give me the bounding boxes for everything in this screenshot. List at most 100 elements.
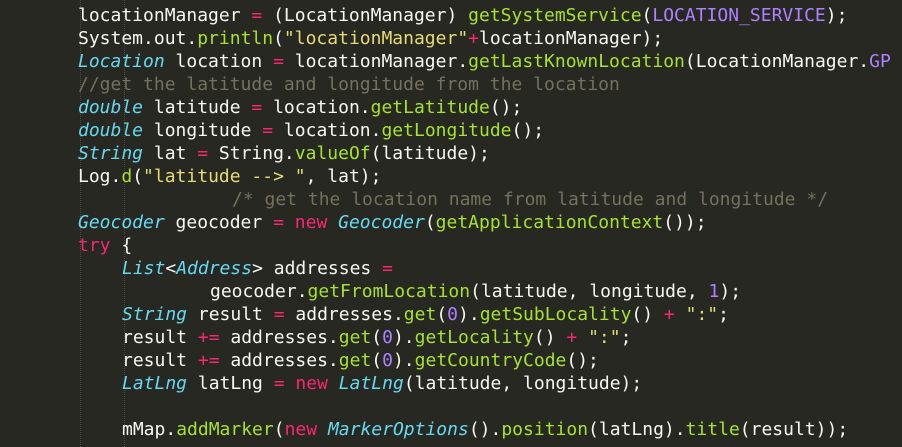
code-line[interactable]: LatLng latLng = new LatLng(latitude, lon… — [0, 372, 891, 395]
code-line[interactable]: List<Address> addresses = — [0, 257, 891, 280]
code-token: () — [631, 304, 664, 325]
code-line[interactable]: String lat = String.valueOf(latitude); — [0, 142, 891, 165]
type-token: Geocoder — [338, 212, 425, 233]
code-token: (result)); — [739, 419, 849, 440]
operator-token: = — [382, 258, 393, 279]
type-token: Geocoder — [78, 212, 165, 233]
method-token: get — [338, 327, 372, 348]
code-token: geocoder. — [210, 281, 308, 302]
code-line[interactable]: double longitude = location.getLongitude… — [0, 119, 891, 142]
code-line[interactable]: /* get the location name from latitude a… — [0, 188, 891, 211]
code-token: { — [110, 235, 133, 256]
operator-token: = — [251, 97, 263, 118]
code-token: ( — [371, 327, 383, 348]
code-token: ( — [641, 5, 653, 26]
code-line[interactable]: Location location = locationManager.getL… — [0, 50, 891, 73]
code-line[interactable] — [0, 395, 891, 418]
keyword-token: new — [295, 373, 328, 394]
code-line[interactable]: geocoder.getFromLocation(latitude, longi… — [0, 280, 891, 303]
method-token: addMarker — [176, 419, 274, 440]
operator-token: = — [262, 120, 274, 141]
code-line[interactable]: mMap.addMarker(new MarkerOptions().posit… — [0, 418, 891, 441]
type-token: MarkerOptions — [327, 419, 469, 440]
keyword-token: try — [78, 235, 111, 256]
type-token: String — [78, 143, 144, 164]
keyword-token: new — [284, 419, 318, 440]
code-token: locationManager); — [479, 28, 664, 49]
code-token: (latitude); — [370, 143, 490, 164]
number-literal: 0 — [447, 304, 458, 325]
operator-token: + — [566, 327, 578, 348]
constant-token: LOCATION_SERVICE — [652, 5, 826, 26]
code-line[interactable]: result += addresses.get(0).getCountryCod… — [0, 349, 891, 372]
code-line[interactable]: locationManager = (LocationManager) getS… — [0, 4, 891, 27]
code-token: ( — [132, 166, 144, 187]
code-line[interactable]: //get the latitude and longitude from th… — [0, 73, 891, 96]
type-token: String — [122, 304, 188, 325]
code-token: location. — [273, 120, 382, 141]
constant-token: GP — [869, 51, 891, 72]
code-token: result — [122, 350, 198, 371]
method-token: getApplicationContext — [435, 212, 664, 233]
number-literal: 1 — [708, 281, 720, 302]
method-token: getLongitude — [381, 120, 512, 141]
code-token: latLng — [187, 373, 274, 394]
code-token: ); — [719, 281, 742, 302]
code-token: location. — [262, 97, 371, 118]
code-editor[interactable]: locationManager = (LocationManager) getS… — [0, 0, 902, 447]
code-line[interactable]: result += addresses.get(0).getLocality()… — [0, 326, 891, 349]
code-token: addresses. — [219, 350, 339, 371]
code-line[interactable]: double latitude = location.getLatitude()… — [0, 96, 891, 119]
operator-token: = — [273, 304, 285, 325]
code-token: mMap. — [122, 419, 177, 440]
code-token: < — [165, 258, 177, 279]
method-token: getCountryCode — [414, 350, 567, 371]
code-token: result — [187, 304, 274, 325]
method-token: getSystemService — [468, 5, 642, 26]
code-token: ()); — [663, 212, 707, 233]
method-token: get — [403, 304, 437, 325]
code-token: Log. — [78, 166, 122, 187]
type-token: LatLng — [122, 373, 188, 394]
code-line[interactable]: System.out.println("locationManager"+loc… — [0, 27, 891, 50]
code-token: ( — [371, 350, 383, 371]
code-token: longitude — [143, 120, 263, 141]
type-token: LatLng — [338, 373, 404, 394]
code-token: addresses. — [284, 304, 404, 325]
code-token: addresses. — [219, 327, 339, 348]
code-token: (); — [566, 350, 599, 371]
code-line[interactable]: Geocoder geocoder = new Geocoder(getAppl… — [0, 211, 891, 234]
code-token: locationManager. — [283, 51, 469, 72]
operator-token: + — [468, 28, 479, 49]
operator-token: = — [251, 5, 263, 26]
code-token: (LocationManager. — [684, 51, 870, 72]
code-token: geocoder — [164, 212, 274, 233]
type-token: double — [78, 97, 144, 118]
type-token: List — [122, 258, 166, 279]
code-token: lat — [143, 143, 198, 164]
code-token: ( — [273, 28, 284, 49]
string-literal: ":" — [588, 327, 621, 348]
method-token: getLatitude — [370, 97, 490, 118]
code-token: ). — [392, 327, 415, 348]
method-token: d — [121, 166, 133, 187]
code-token: ( — [436, 304, 448, 325]
code-token: (); — [511, 120, 545, 141]
code-line[interactable]: String result = addresses.get(0).getSubL… — [0, 303, 891, 326]
method-token: getFromLocation — [307, 281, 471, 302]
code-area[interactable]: locationManager = (LocationManager) getS… — [0, 4, 891, 441]
method-token: get — [338, 350, 372, 371]
code-line[interactable]: Log.d("latitude --> ", lat); — [0, 165, 891, 188]
code-token: location — [164, 51, 274, 72]
operator-token: += — [197, 350, 220, 371]
code-token: System.out. — [78, 28, 198, 49]
code-token: ); — [825, 5, 848, 26]
code-line[interactable]: try { — [0, 234, 891, 257]
type-token: double — [78, 120, 144, 141]
code-token: (LocationManager) — [262, 5, 469, 26]
